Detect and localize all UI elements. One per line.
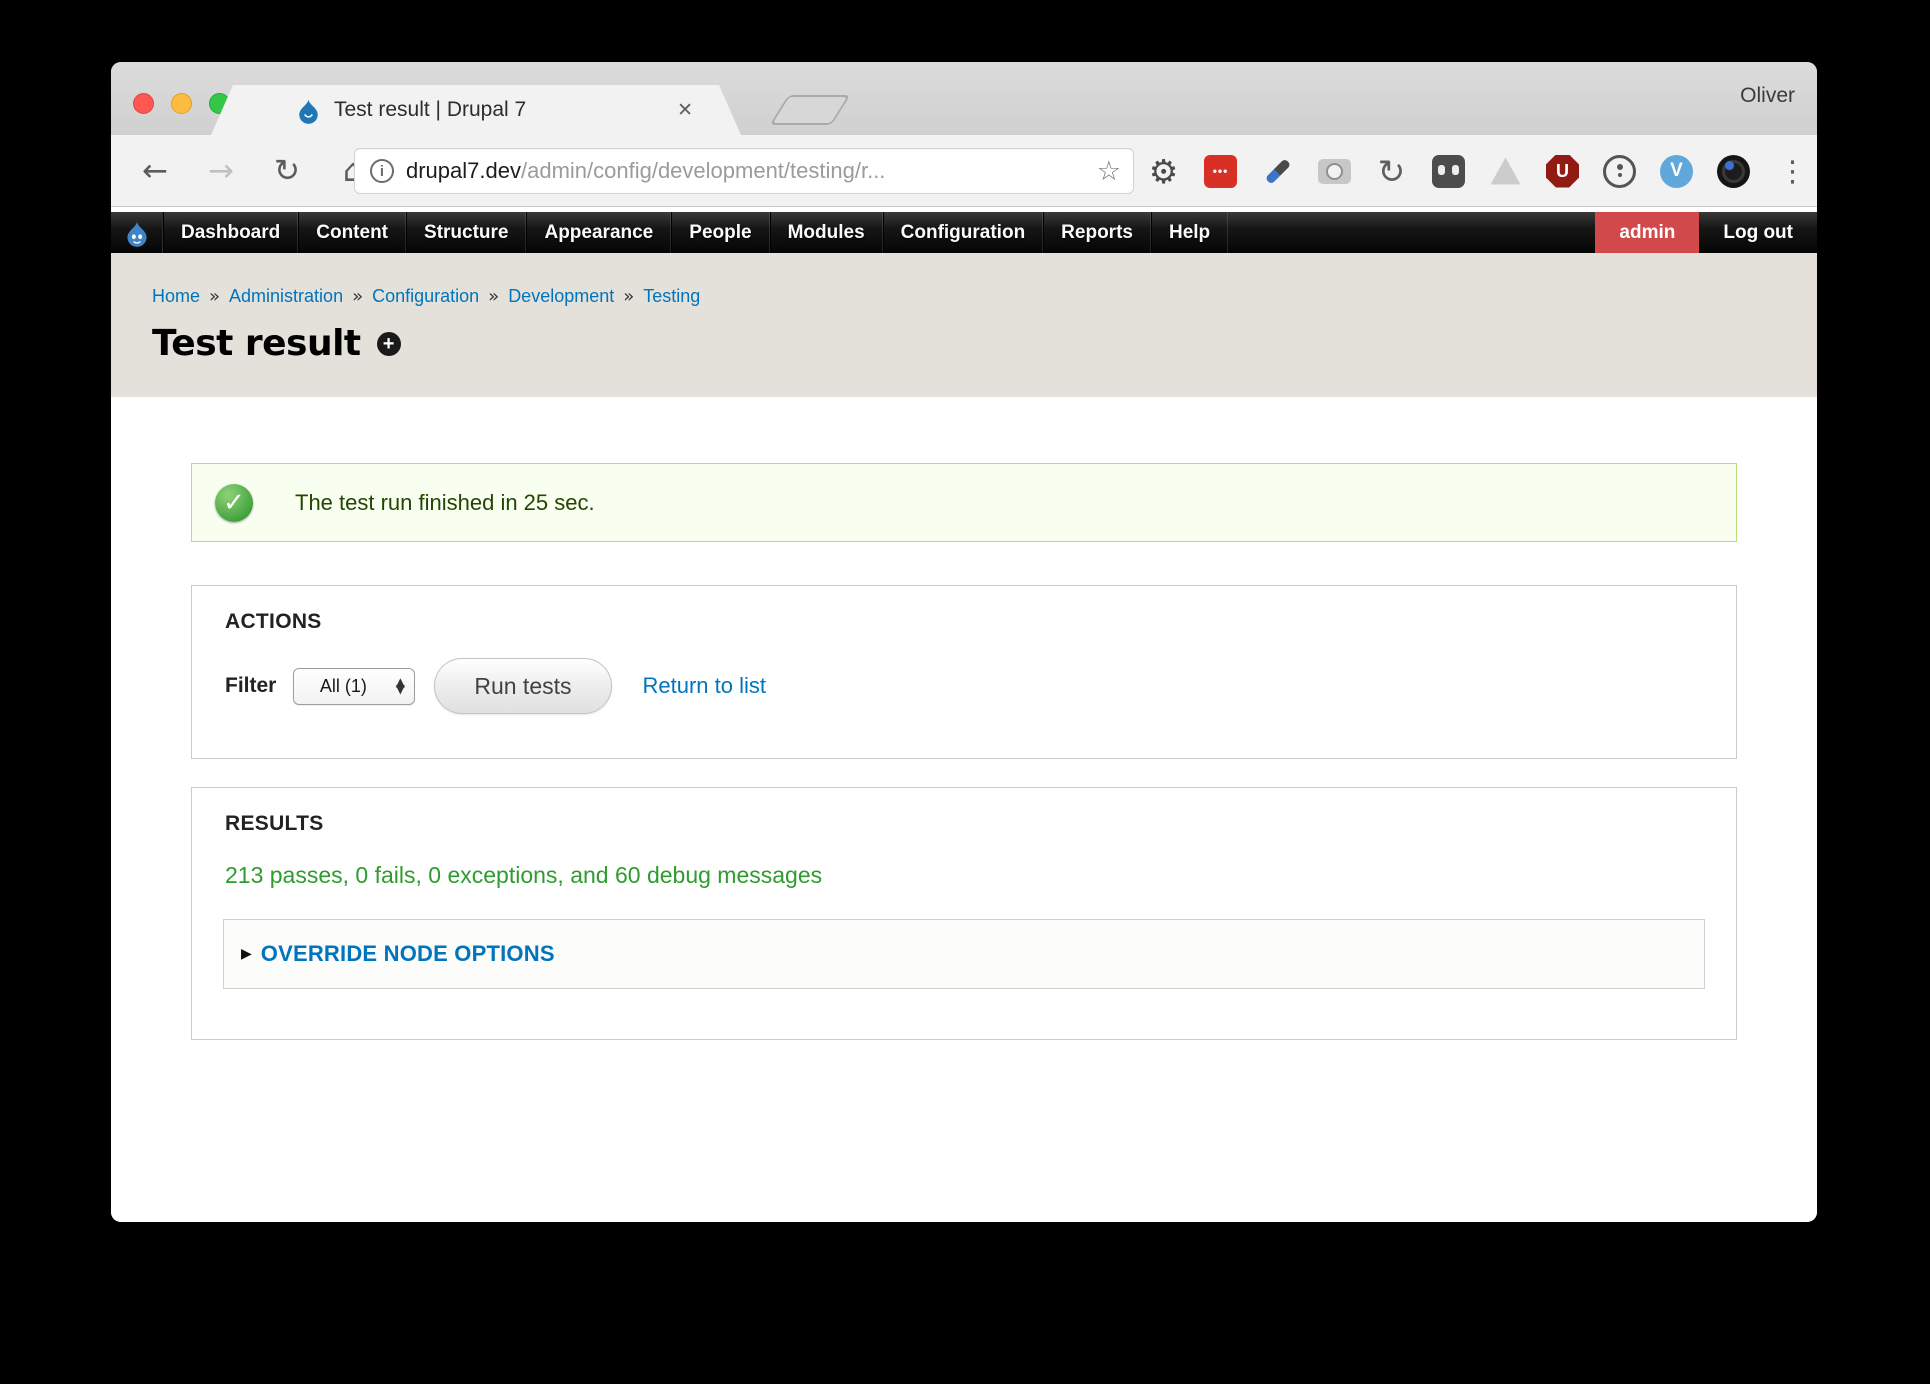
- drupal-admin-toolbar: Dashboard Content Structure Appearance P…: [111, 212, 1817, 253]
- toolbar-item-people[interactable]: People: [671, 212, 769, 253]
- override-node-options-link[interactable]: OVERRIDE NODE OPTIONS: [261, 941, 555, 967]
- breadcrumb-separator: »: [623, 286, 634, 307]
- reload-icon[interactable]: ↻: [267, 153, 307, 189]
- toolbar-item-configuration[interactable]: Configuration: [883, 212, 1044, 253]
- screenshot-canvas: Test result | Drupal 7 ✕ Oliver ← → ↻ ⌂ …: [0, 0, 1930, 1384]
- userscript-extension-icon[interactable]: [1432, 155, 1465, 188]
- page-content: ✓ The test run finished in 25 sec. ACTIO…: [111, 463, 1817, 1040]
- breadcrumb-administration[interactable]: Administration: [229, 286, 343, 307]
- status-ok-icon: ✓: [215, 484, 253, 522]
- results-heading: RESULTS: [192, 788, 1736, 836]
- vim-navigation-extension-icon[interactable]: V: [1660, 155, 1693, 188]
- results-panel: RESULTS 213 passes, 0 fails, 0 exception…: [191, 787, 1737, 1040]
- browser-titlebar: Test result | Drupal 7 ✕ Oliver: [111, 62, 1817, 135]
- browser-menu-icon[interactable]: ⋮: [1778, 154, 1807, 188]
- toolbar-logout-link[interactable]: Log out: [1699, 212, 1817, 253]
- extension-row: ⚙ ••• ↻ U V ⋮: [1147, 135, 1807, 207]
- password-manager-extension-icon[interactable]: •••: [1204, 155, 1237, 188]
- breadcrumb-testing[interactable]: Testing: [643, 286, 700, 307]
- toolbar-item-modules[interactable]: Modules: [770, 212, 883, 253]
- bookmark-star-icon[interactable]: ☆: [1097, 156, 1121, 187]
- close-window-button[interactable]: [133, 93, 154, 114]
- select-stepper-icon: ▲ ▼: [392, 679, 414, 694]
- password-vault-extension-icon[interactable]: [1603, 155, 1636, 188]
- toolbar-item-reports[interactable]: Reports: [1043, 212, 1151, 253]
- status-message-text: The test run finished in 25 sec.: [295, 490, 595, 516]
- url-bar[interactable]: i drupal7.dev/admin/config/development/t…: [354, 148, 1134, 194]
- run-tests-button[interactable]: Run tests: [434, 658, 611, 714]
- camera-lens-extension-icon[interactable]: [1717, 155, 1750, 188]
- toolbar-item-dashboard[interactable]: Dashboard: [163, 212, 298, 253]
- actions-panel: ACTIONS Filter All (1) ▲ ▼ Run tests Ret…: [191, 585, 1737, 759]
- override-node-options-fieldset[interactable]: ▶ OVERRIDE NODE OPTIONS: [223, 919, 1705, 989]
- forward-icon: →: [201, 153, 241, 189]
- return-to-list-link[interactable]: Return to list: [643, 673, 767, 699]
- cloud-drive-extension-icon[interactable]: [1489, 155, 1522, 188]
- toolbar-item-content[interactable]: Content: [298, 212, 406, 253]
- tab-title: Test result | Drupal 7: [334, 98, 526, 122]
- browser-profile-name[interactable]: Oliver: [1740, 84, 1795, 108]
- toolbar-user-admin[interactable]: admin: [1595, 212, 1699, 253]
- page-title: Test result: [152, 323, 361, 364]
- breadcrumb-separator: »: [209, 286, 220, 307]
- screenshot-extension-icon[interactable]: [1318, 159, 1351, 184]
- session-refresh-extension-icon[interactable]: ↻: [1375, 155, 1408, 188]
- tab-close-icon[interactable]: ✕: [677, 99, 693, 121]
- url-path: /admin/config/development/testing/r...: [521, 158, 885, 183]
- traffic-lights: [133, 93, 230, 114]
- browser-window: Test result | Drupal 7 ✕ Oliver ← → ↻ ⌂ …: [111, 62, 1817, 1222]
- page-info-icon[interactable]: i: [370, 159, 394, 183]
- breadcrumb-home[interactable]: Home: [152, 286, 200, 307]
- breadcrumb-configuration[interactable]: Configuration: [372, 286, 479, 307]
- breadcrumb-separator: »: [488, 286, 499, 307]
- add-shortcut-icon[interactable]: +: [377, 332, 401, 356]
- filter-label: Filter: [225, 674, 276, 698]
- status-message: ✓ The test run finished in 25 sec.: [191, 463, 1737, 542]
- toolbar-item-appearance[interactable]: Appearance: [526, 212, 671, 253]
- actions-heading: ACTIONS: [192, 586, 1736, 634]
- page-header: Home » Administration » Configuration » …: [111, 253, 1817, 397]
- filter-select[interactable]: All (1) ▲ ▼: [293, 668, 415, 705]
- content-blocker-extension-icon[interactable]: U: [1546, 155, 1579, 188]
- drupal-page: Dashboard Content Structure Appearance P…: [111, 207, 1817, 1221]
- minimize-window-button[interactable]: [171, 93, 192, 114]
- filter-select-value: All (1): [294, 676, 392, 697]
- url-host: drupal7.dev: [406, 158, 521, 183]
- toolbar-item-help[interactable]: Help: [1151, 212, 1228, 253]
- collapsed-arrow-icon: ▶: [241, 946, 252, 962]
- results-summary: 213 passes, 0 fails, 0 exceptions, and 6…: [225, 862, 1736, 889]
- breadcrumb-separator: »: [352, 286, 363, 307]
- settings-gear-icon[interactable]: ⚙: [1147, 155, 1180, 188]
- color-picker-extension-icon[interactable]: [1261, 155, 1294, 188]
- url-text[interactable]: drupal7.dev/admin/config/development/tes…: [406, 158, 885, 184]
- breadcrumb-development[interactable]: Development: [508, 286, 614, 307]
- drupal-favicon-icon: [295, 97, 322, 124]
- breadcrumb: Home » Administration » Configuration » …: [152, 253, 1817, 307]
- back-icon[interactable]: ←: [135, 153, 175, 189]
- new-tab-button[interactable]: [770, 95, 851, 125]
- drupal-logo-icon[interactable]: [111, 212, 163, 253]
- browser-tab[interactable]: Test result | Drupal 7 ✕: [211, 85, 741, 135]
- browser-navbar: ← → ↻ ⌂ i drupal7.dev/admin/config/devel…: [111, 135, 1817, 207]
- toolbar-item-structure[interactable]: Structure: [406, 212, 526, 253]
